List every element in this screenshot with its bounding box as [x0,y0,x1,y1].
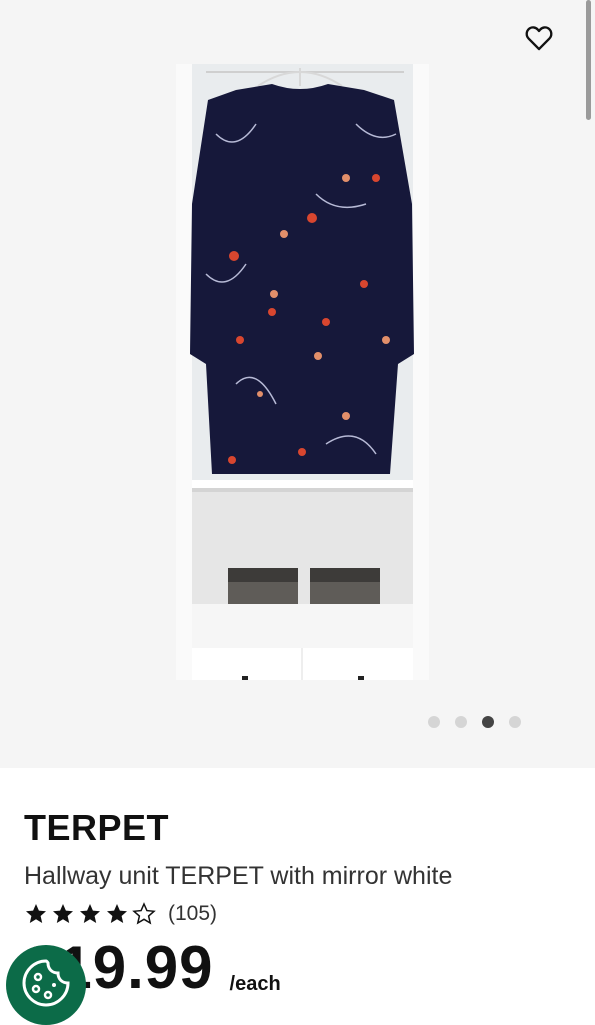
heart-outline-icon [525,26,553,51]
product-info: TERPET Hallway unit TERPET with mirror w… [24,806,571,928]
wishlist-button[interactable] [522,22,556,54]
star-icon [80,904,100,923]
scrollbar[interactable] [586,0,591,120]
gallery-dot-active[interactable] [482,716,494,728]
review-count[interactable]: (105) [168,902,217,926]
star-icon [107,904,127,923]
star-icon [26,904,46,923]
product-image[interactable] [176,64,429,680]
gallery-pagination [428,716,521,728]
gallery-dot[interactable] [455,716,467,728]
product-gallery[interactable] [0,0,595,768]
product-rating[interactable]: (105) [24,900,571,928]
gallery-dot[interactable] [509,716,521,728]
product-name: TERPET [24,807,170,848]
star-icon [53,904,73,923]
price-unit: /each [229,973,281,995]
product-description[interactable]: Hallway unit TERPET with mirror white [24,860,571,892]
star-outline-icon [132,902,156,925]
cookie-settings-button[interactable] [6,945,86,1025]
gallery-dot[interactable] [428,716,440,728]
cookie-settings-icon [22,959,70,1007]
rating-stars [24,902,156,926]
